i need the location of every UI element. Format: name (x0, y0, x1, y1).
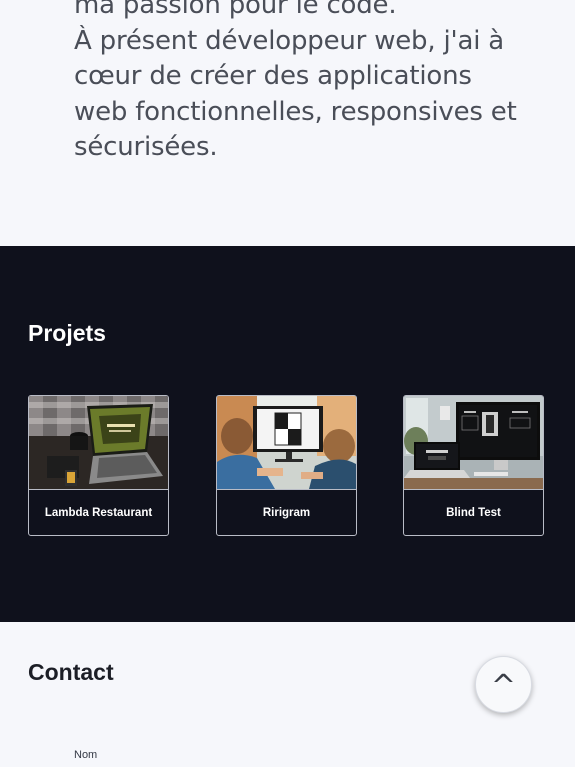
project-thumbnail (29, 396, 168, 490)
about-line: sécurisées. (74, 132, 218, 162)
scroll-to-top-button[interactable]: ^ (475, 656, 532, 713)
about-text: ma passion pour le code. À présent dével… (74, 0, 534, 166)
project-thumbnail (404, 396, 543, 490)
project-card-ririgram[interactable]: Ririgram (216, 395, 357, 536)
projects-title: Projets (28, 320, 106, 346)
project-card-lambda-restaurant[interactable]: Lambda Restaurant (28, 395, 169, 536)
project-label: Lambda Restaurant (44, 506, 153, 519)
project-card-blind-test[interactable]: Blind Test (403, 395, 544, 536)
contact-title: Contact (28, 659, 114, 685)
about-line: À présent développeur web, j'ai à (74, 25, 505, 56)
project-thumbnail (217, 396, 356, 490)
about-section: ma passion pour le code. À présent dével… (0, 0, 575, 246)
about-line: ma passion pour le code. (74, 0, 397, 20)
project-label: Blind Test (446, 506, 501, 519)
chevron-up-icon: ^ (490, 668, 517, 704)
about-line: cœur de créer des applications (74, 61, 472, 91)
about-line: web fonctionnelles, responsives et (74, 96, 517, 127)
page: ma passion pour le code. À présent dével… (0, 0, 575, 767)
name-field-label: Nom (74, 749, 98, 761)
project-label: Ririgram (262, 506, 311, 519)
projects-section: Projets Lambda Restaurant Ririgram Blind… (0, 246, 575, 622)
